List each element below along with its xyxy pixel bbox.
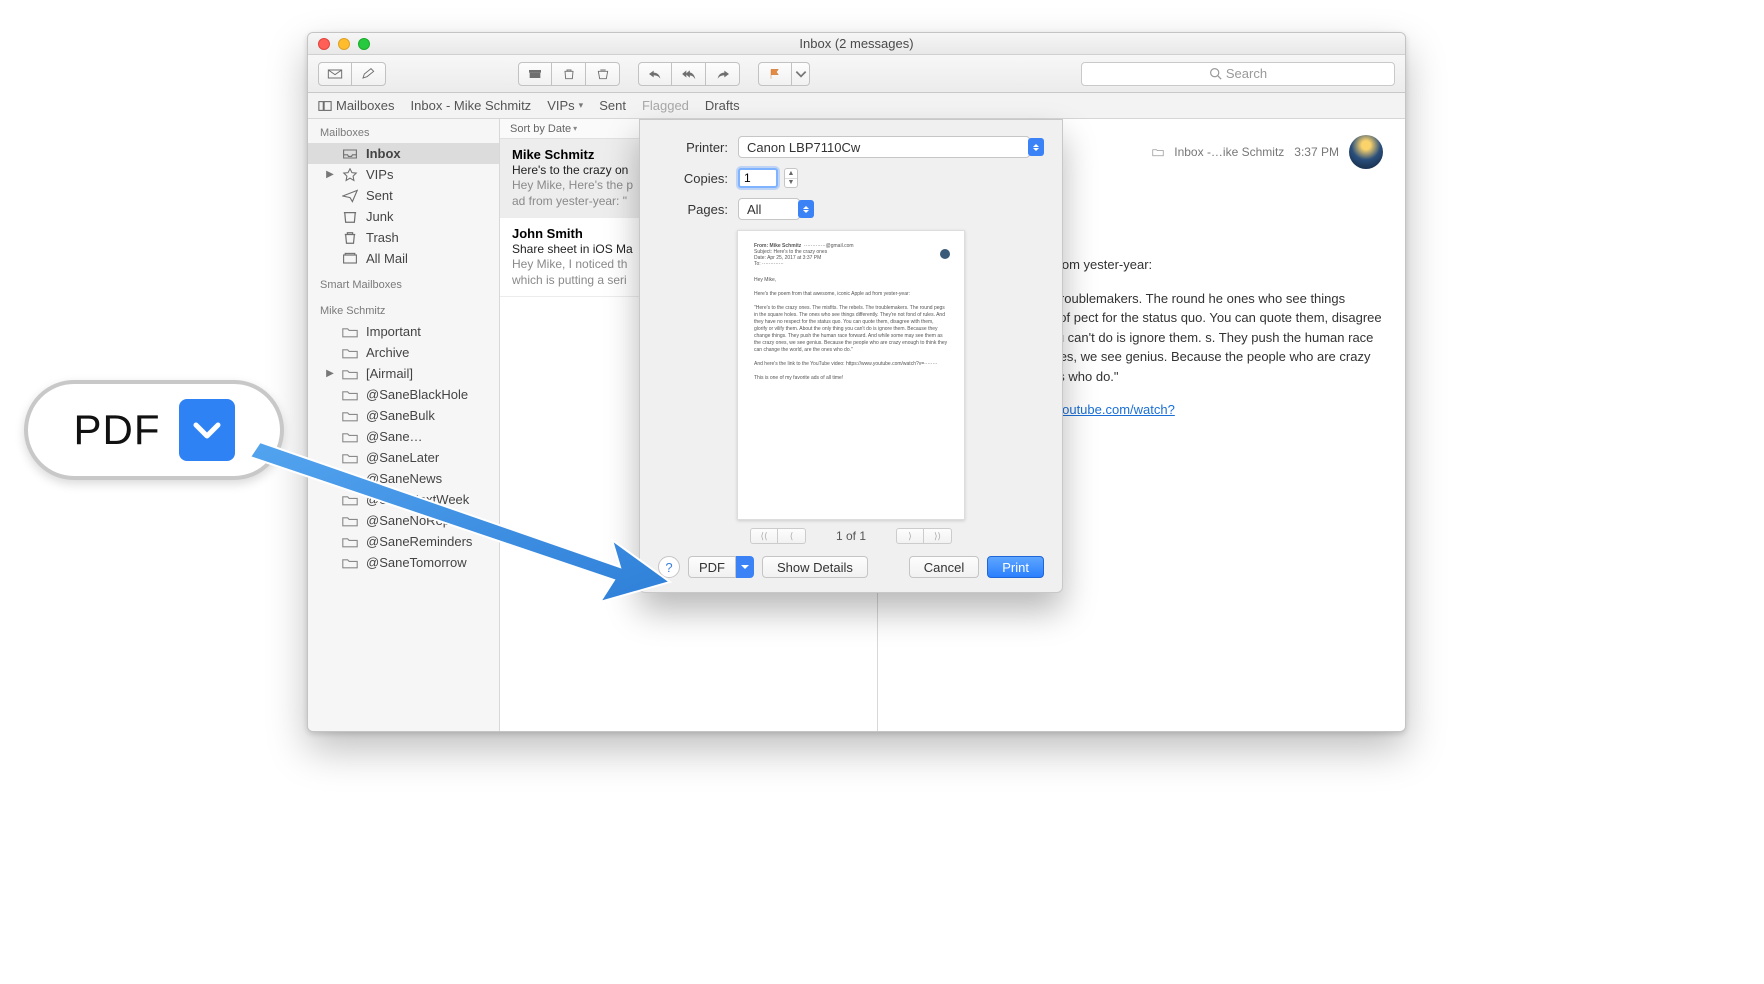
cancel-button[interactable]: Cancel bbox=[909, 556, 979, 578]
search-icon bbox=[1209, 67, 1222, 80]
fav-flagged[interactable]: Flagged bbox=[642, 98, 689, 113]
sidebar-allmail[interactable]: All Mail bbox=[308, 248, 499, 269]
favorites-bar: Mailboxes Inbox - Mike Schmitz VIPs▾ Sen… bbox=[308, 93, 1405, 119]
copies-input[interactable] bbox=[738, 168, 778, 188]
sidebar-trash[interactable]: Trash bbox=[308, 227, 499, 248]
sidebar-folder[interactable]: @SaneTomorrow bbox=[308, 552, 499, 573]
print-dialog: Printer: Canon LBP7110Cw Copies: ▲▼ Page… bbox=[639, 119, 1063, 593]
content-folder: Inbox -…ike Schmitz bbox=[1174, 145, 1284, 159]
chevron-down-icon bbox=[736, 556, 754, 578]
folder-icon bbox=[1152, 147, 1164, 157]
sidebar-folder[interactable]: @SaneReminders bbox=[308, 531, 499, 552]
sidebar-folder[interactable]: ▶[Airmail] bbox=[308, 363, 499, 384]
sidebar-junk[interactable]: Junk bbox=[308, 206, 499, 227]
print-button[interactable]: Print bbox=[987, 556, 1044, 578]
print-preview: From: Mike Schmitz ·············@gmail.c… bbox=[737, 230, 965, 520]
sidebar-folder[interactable]: @SaneNews bbox=[308, 468, 499, 489]
copies-stepper[interactable]: ▲▼ bbox=[784, 168, 798, 188]
copies-label: Copies: bbox=[658, 171, 728, 186]
pdf-dropdown[interactable]: PDF bbox=[688, 556, 754, 578]
callout-chevron-icon bbox=[179, 399, 235, 461]
printer-select-arrow[interactable] bbox=[1028, 138, 1044, 156]
printer-label: Printer: bbox=[658, 140, 728, 155]
mail-window: Inbox (2 messages) Search Mai bbox=[307, 32, 1406, 732]
printer-select[interactable]: Canon LBP7110Cw bbox=[738, 136, 1030, 158]
search-placeholder: Search bbox=[1226, 66, 1267, 81]
sidebar-heading-mailboxes: Mailboxes bbox=[308, 123, 499, 143]
forward-button[interactable] bbox=[706, 62, 740, 86]
help-button[interactable]: ? bbox=[658, 556, 680, 578]
search-field[interactable]: Search bbox=[1081, 62, 1395, 86]
avatar bbox=[1349, 135, 1383, 169]
show-details-button[interactable]: Show Details bbox=[762, 556, 868, 578]
window-title: Inbox (2 messages) bbox=[308, 36, 1405, 51]
pages-label: Pages: bbox=[658, 202, 728, 217]
flag-button[interactable] bbox=[758, 62, 792, 86]
reply-all-button[interactable] bbox=[672, 62, 706, 86]
page-last-btn[interactable]: ⟩⟩ bbox=[924, 528, 952, 544]
flag-menu-button[interactable] bbox=[792, 62, 810, 86]
page-indicator: 1 of 1 bbox=[836, 529, 866, 543]
reply-button[interactable] bbox=[638, 62, 672, 86]
page-first-btn[interactable]: ⟨⟨ bbox=[750, 528, 778, 544]
content-time: 3:37 PM bbox=[1294, 145, 1339, 159]
sidebar: Mailboxes Inbox ▶VIPs Sent Junk Trash Al… bbox=[308, 119, 500, 731]
fav-vips[interactable]: VIPs▾ bbox=[547, 98, 583, 113]
page-next-btn[interactable]: ⟩ bbox=[896, 528, 924, 544]
pages-select-arrow[interactable] bbox=[798, 200, 814, 218]
compose-button[interactable] bbox=[352, 62, 386, 86]
callout-label: PDF bbox=[74, 406, 161, 454]
sidebar-folder[interactable]: Important bbox=[308, 321, 499, 342]
pdf-callout: PDF bbox=[24, 380, 284, 480]
fav-sent[interactable]: Sent bbox=[599, 98, 626, 113]
page-prev-btn[interactable]: ⟨ bbox=[778, 528, 806, 544]
sidebar-heading-account: Mike Schmitz bbox=[308, 301, 499, 321]
sidebar-folder[interactable]: @SaneNextWeek bbox=[308, 489, 499, 510]
archive-button[interactable] bbox=[518, 62, 552, 86]
sidebar-sent[interactable]: Sent bbox=[308, 185, 499, 206]
sidebar-folder[interactable]: @SaneBulk bbox=[308, 405, 499, 426]
fav-mailboxes[interactable]: Mailboxes bbox=[318, 98, 395, 113]
sidebar-folder[interactable]: @SaneBlackHole bbox=[308, 384, 499, 405]
sidebar-folder[interactable]: @SaneLater bbox=[308, 447, 499, 468]
pages-select[interactable]: All bbox=[738, 198, 800, 220]
delete-button[interactable] bbox=[552, 62, 586, 86]
toolbar: Search bbox=[308, 55, 1405, 93]
sidebar-inbox[interactable]: Inbox bbox=[308, 143, 499, 164]
fav-inbox[interactable]: Inbox - Mike Schmitz bbox=[411, 98, 532, 113]
get-mail-button[interactable] bbox=[318, 62, 352, 86]
sidebar-vips[interactable]: ▶VIPs bbox=[308, 164, 499, 185]
sidebar-folder[interactable]: @Sane… bbox=[308, 426, 499, 447]
sidebar-folder[interactable]: Archive bbox=[308, 342, 499, 363]
fav-drafts[interactable]: Drafts bbox=[705, 98, 740, 113]
junk-button[interactable] bbox=[586, 62, 620, 86]
sidebar-heading-smart: Smart Mailboxes bbox=[308, 275, 499, 295]
sidebar-folder[interactable]: @SaneNoReplies bbox=[308, 510, 499, 531]
titlebar: Inbox (2 messages) bbox=[308, 33, 1405, 55]
